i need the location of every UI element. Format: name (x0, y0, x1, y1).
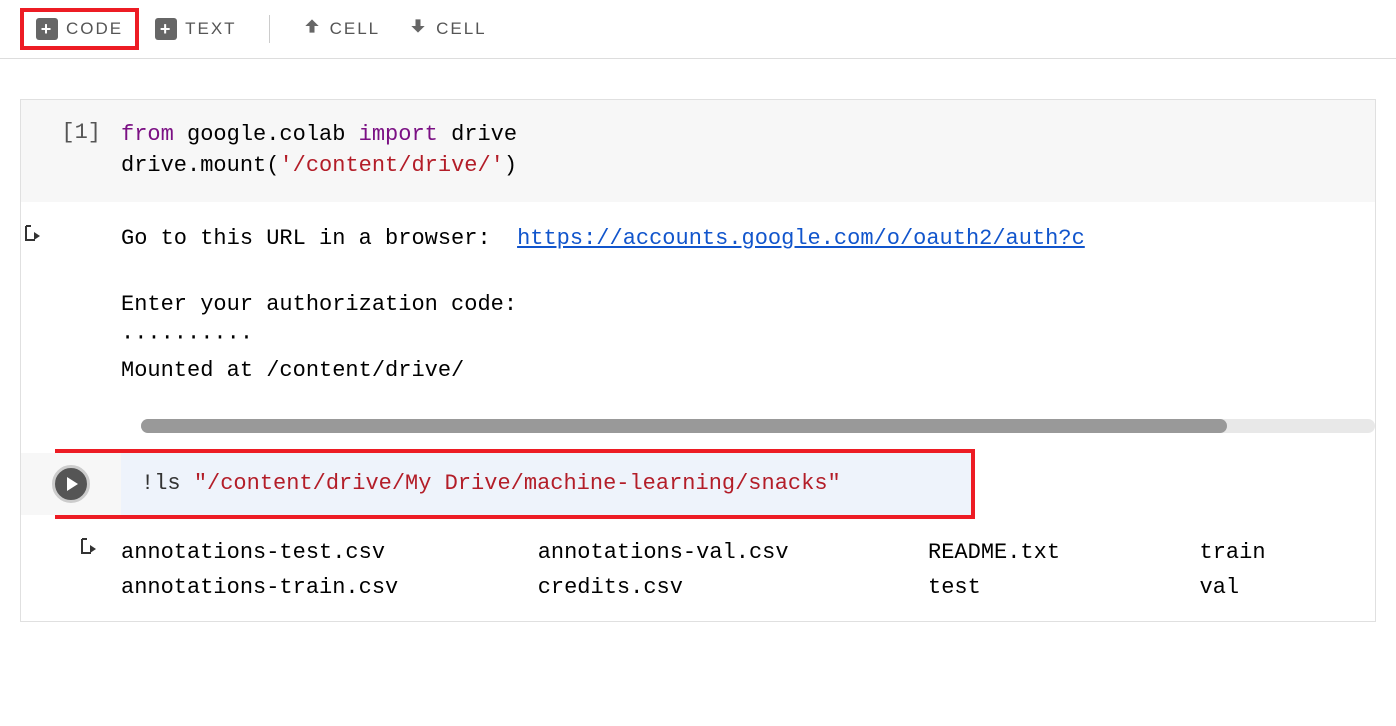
play-icon (67, 477, 78, 491)
file-name: train (1200, 535, 1375, 570)
code-cell-2[interactable]: !ls "/content/drive/My Drive/machine-lea… (21, 453, 971, 515)
file-name: annotations-test.csv (121, 535, 508, 570)
add-text-label: TEXT (185, 19, 236, 39)
move-cell-down-button[interactable]: CELL (396, 10, 499, 48)
code-cell-1[interactable]: [1] from google.colab import drivedrive.… (21, 100, 1375, 202)
notebook-area: [1] from google.colab import drivedrive.… (0, 59, 1396, 642)
file-name: credits.csv (538, 570, 898, 605)
add-code-label: CODE (66, 19, 123, 39)
plus-icon: + (155, 18, 177, 40)
cell-code-2[interactable]: !ls "/content/drive/My Drive/machine-lea… (121, 471, 971, 496)
run-cell-button[interactable] (52, 465, 90, 503)
output-listing: annotations-test.csv annotations-train.c… (121, 535, 1375, 605)
file-name: README.txt (928, 535, 1170, 570)
arrow-up-icon (302, 16, 322, 42)
output-icon (21, 222, 121, 407)
cell-container: [1] from google.colab import drivedrive.… (20, 99, 1376, 622)
toolbar-divider (269, 15, 270, 43)
oauth-link[interactable]: https://accounts.google.com/o/oauth2/aut… (517, 226, 1085, 251)
arrow-down-icon (408, 16, 428, 42)
output-text-1: Go to this URL in a browser: https://acc… (121, 222, 1375, 407)
add-text-button[interactable]: + TEXT (143, 12, 248, 46)
file-name: val (1200, 570, 1375, 605)
cell-code-1[interactable]: from google.colab import drivedrive.moun… (121, 120, 1375, 182)
file-name: test (928, 570, 1170, 605)
file-name: annotations-val.csv (538, 535, 898, 570)
add-code-button[interactable]: + CODE (24, 12, 135, 46)
toolbar: + CODE + TEXT CELL CELL (0, 0, 1396, 59)
file-name: annotations-train.csv (121, 570, 508, 605)
output-arrow-icon (77, 535, 101, 559)
move-down-label: CELL (436, 19, 487, 39)
move-cell-up-button[interactable]: CELL (290, 10, 393, 48)
move-up-label: CELL (330, 19, 381, 39)
output-icon (21, 535, 121, 605)
plus-icon: + (36, 18, 58, 40)
output-row-1: Go to this URL in a browser: https://acc… (21, 202, 1375, 407)
horizontal-scrollbar[interactable] (141, 419, 1375, 433)
cell-prompt: [1] (21, 120, 121, 182)
scrollbar-thumb[interactable] (141, 419, 1227, 433)
output-row-2: annotations-test.csv annotations-train.c… (21, 519, 1375, 621)
output-arrow-icon (21, 222, 45, 246)
